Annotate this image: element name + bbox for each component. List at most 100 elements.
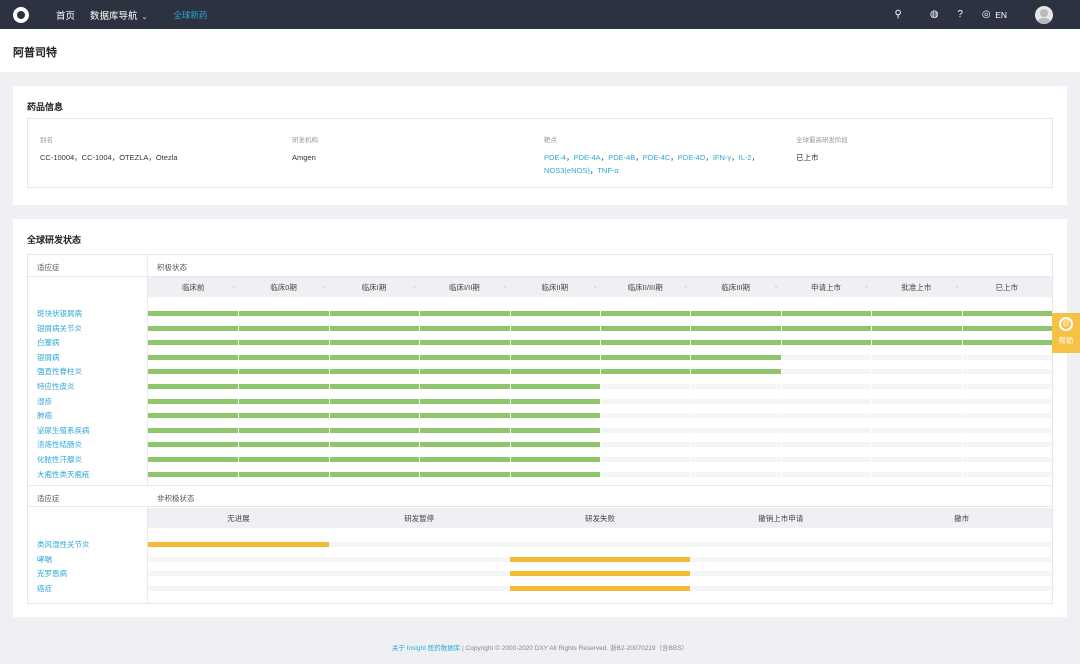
search-icon[interactable]: ⚲ <box>892 9 904 20</box>
org-value: Amgen <box>292 153 316 162</box>
target-separator: ， <box>670 153 678 162</box>
chevron-right-icon: › <box>684 283 687 291</box>
global-status-card: 全球研发状态 适应症 积极状态 临床前 › 临床0期 › 临床I期 › 临床I/II期 › 临床… <box>13 219 1067 617</box>
phase-divider <box>328 398 330 404</box>
phase-divider <box>600 369 601 375</box>
target-link[interactable]: PDE-4B <box>608 153 635 162</box>
phase-divider <box>690 325 692 331</box>
inactive-status-label: 撤市 <box>954 513 970 523</box>
phase-divider <box>509 442 511 448</box>
progress-bar <box>148 413 600 419</box>
indication-link[interactable]: 类风湿性关节炎 <box>37 539 90 550</box>
phase-divider <box>690 384 692 389</box>
progress-track <box>148 325 1052 331</box>
logo-icon[interactable] <box>13 6 29 23</box>
phase-divider <box>600 340 601 346</box>
bulb-icon[interactable]: ◍ <box>928 9 940 20</box>
target-link[interactable]: NOS3(eNOS) <box>544 166 590 175</box>
target-link[interactable]: PDE-4C <box>643 153 671 162</box>
progress-bar <box>148 427 600 433</box>
phase-divider <box>961 398 963 404</box>
inactive-status-header-bar: 无进展 研发暂停 研发失败 撤销上市申请 撤市 <box>148 508 1052 528</box>
phase-divider <box>328 413 330 419</box>
alias-value: CC-10004，CC-1004，OTEZLA，Otezla <box>40 153 178 162</box>
status-bar <box>148 542 329 547</box>
inactive-status-label: 研发失败 <box>584 513 615 523</box>
stage-value: 已上市 <box>796 153 819 162</box>
phase-divider <box>600 413 601 419</box>
target-link[interactable]: PDE-4A <box>574 153 601 162</box>
phase-divider <box>600 398 601 404</box>
globe-icon[interactable]: ◎ <box>980 9 992 20</box>
phase-label: 临床II期 <box>541 282 569 292</box>
status-table: 适应症 积极状态 临床前 › 临床0期 › 临床I期 › 临床I/II期 › 临床II期 › 临床I… <box>27 254 1053 604</box>
phase-divider <box>690 369 692 375</box>
indication-link[interactable]: 特应性皮炎 <box>37 381 75 392</box>
progress-track <box>148 354 1052 360</box>
phase-divider <box>871 427 873 433</box>
avatar-icon[interactable] <box>1035 5 1053 24</box>
phase-label: 临床III期 <box>721 282 750 292</box>
status-bar <box>509 571 691 577</box>
phase-divider <box>871 442 873 448</box>
footer-about-link[interactable]: 关于 Insight 医药数据库 <box>392 645 460 652</box>
target-separator: ， <box>566 153 574 162</box>
nav-global-drugs[interactable]: 全球新药 <box>173 9 207 21</box>
indication-link[interactable]: 化脓性汗腺炎 <box>37 454 82 465</box>
phase-divider <box>509 369 511 375</box>
target-link[interactable]: PDE-4D <box>678 153 706 162</box>
chevron-right-icon: › <box>594 283 597 291</box>
phase-divider <box>690 471 692 477</box>
drug-info-box: 别名 CC-10004，CC-1004，OTEZLA，Otezla 研发机构 A… <box>27 118 1053 188</box>
target-link[interactable]: IL-2 <box>739 153 752 162</box>
indication-link[interactable]: 肺癌 <box>37 410 52 421</box>
inactive-status-label: 无进展 <box>227 513 250 523</box>
phase-divider <box>780 340 782 346</box>
phase-divider <box>419 442 421 448</box>
nav-home[interactable]: 首页 <box>56 8 75 22</box>
indication-link[interactable]: 斑块状银屑病 <box>37 308 82 319</box>
help-float-icon: @ <box>1059 317 1073 331</box>
phase-divider <box>238 340 240 346</box>
phase-divider <box>509 340 511 346</box>
phase-divider <box>509 427 511 433</box>
indication-link[interactable]: 银屑病关节炎 <box>37 323 82 334</box>
indication-link[interactable]: 克罗恩病 <box>37 568 67 579</box>
phase-divider <box>328 471 330 477</box>
phase-divider <box>238 398 240 404</box>
target-link[interactable]: IFN-γ <box>713 153 731 162</box>
chevron-right-icon: › <box>955 283 958 291</box>
help-button[interactable]: @ 帮助 <box>1052 313 1080 353</box>
phase-divider <box>238 311 240 316</box>
phase-divider <box>690 442 692 448</box>
indication-link[interactable]: 白塞病 <box>37 337 60 348</box>
target-link[interactable]: PDE-4 <box>544 153 566 162</box>
phase-divider <box>961 471 963 477</box>
status-track <box>148 571 1052 577</box>
language-toggle[interactable]: EN <box>995 10 1007 20</box>
phase-divider <box>690 311 692 316</box>
target-separator: ， <box>635 153 643 162</box>
phase-label: 申请上市 <box>810 282 841 292</box>
phase-divider <box>509 354 511 360</box>
nav-db-dropdown[interactable]: 数据库导航 ⌄ <box>90 8 147 22</box>
indication-link[interactable]: 大疱性类天疱疮 <box>37 469 90 480</box>
phase-divider <box>961 340 963 346</box>
target-link[interactable]: TNF-α <box>597 166 618 175</box>
phase-divider <box>690 354 692 360</box>
help-circle-icon[interactable]: ? <box>954 9 966 20</box>
phase-divider <box>690 340 692 346</box>
page-title: 阿普司特 <box>13 47 57 59</box>
indication-link[interactable]: 哮喘 <box>37 554 52 565</box>
phase-divider <box>419 369 421 375</box>
indication-link[interactable]: 泌尿生殖系疾病 <box>37 425 90 436</box>
phase-divider <box>328 369 330 375</box>
chevron-right-icon: › <box>322 283 326 291</box>
indication-link[interactable]: 湿疹 <box>37 396 52 407</box>
phase-divider <box>780 325 782 331</box>
indication-link[interactable]: 癌症 <box>37 583 52 594</box>
indication-link[interactable]: 银屑病 <box>37 352 60 363</box>
indication-link[interactable]: 强直性脊柱炎 <box>37 366 82 377</box>
phase-divider <box>961 384 963 389</box>
indication-link[interactable]: 溃疡性结肠炎 <box>37 439 82 450</box>
